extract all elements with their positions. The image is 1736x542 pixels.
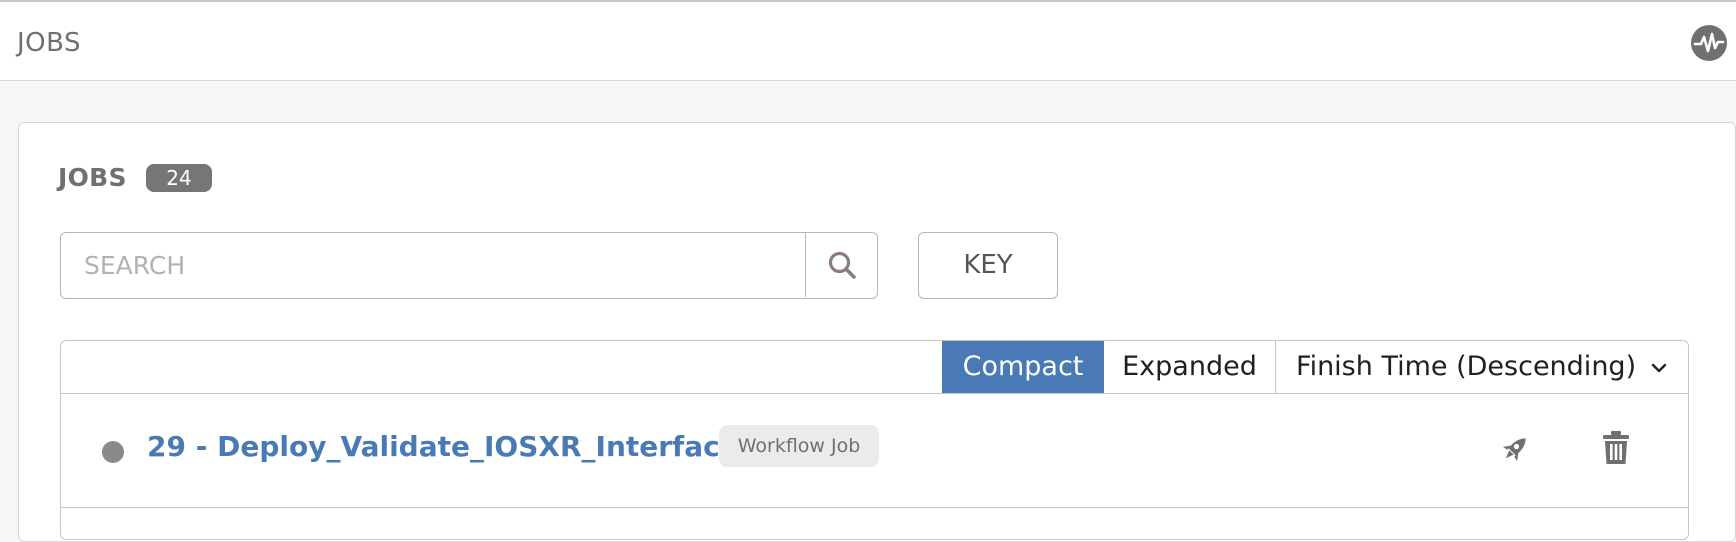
top-bar: JOBS bbox=[0, 0, 1736, 81]
trash-icon[interactable] bbox=[1601, 430, 1631, 466]
search-icon bbox=[828, 251, 856, 279]
search-button[interactable] bbox=[805, 233, 877, 297]
list-toolbar: Compact Expanded Finish Time (Descending… bbox=[61, 341, 1688, 394]
chevron-down-icon bbox=[1651, 363, 1667, 373]
view-toggle-compact[interactable]: Compact bbox=[942, 341, 1104, 393]
jobs-panel-title: JOBS bbox=[58, 163, 127, 192]
view-toggle-expanded[interactable]: Expanded bbox=[1104, 341, 1276, 393]
search-input[interactable] bbox=[61, 233, 805, 297]
activity-stream-icon[interactable] bbox=[1690, 24, 1728, 62]
rocket-icon[interactable] bbox=[1498, 432, 1532, 466]
sort-label: Finish Time (Descending) bbox=[1296, 351, 1637, 382]
job-row: 29 - Deploy_Validate_IOSXR_Interfaces Wo… bbox=[61, 394, 1688, 508]
jobs-count-badge: 24 bbox=[146, 164, 212, 192]
search-bar bbox=[60, 232, 878, 299]
jobs-list: Compact Expanded Finish Time (Descending… bbox=[60, 340, 1689, 540]
page-title: JOBS bbox=[17, 28, 82, 58]
job-type-tag: Workflow Job bbox=[719, 425, 879, 467]
job-status-indicator bbox=[102, 441, 124, 463]
key-button[interactable]: KEY bbox=[918, 232, 1058, 299]
job-title-link[interactable]: 29 - Deploy_Validate_IOSXR_Interfaces bbox=[147, 430, 755, 463]
sort-dropdown[interactable]: Finish Time (Descending) bbox=[1276, 341, 1688, 393]
